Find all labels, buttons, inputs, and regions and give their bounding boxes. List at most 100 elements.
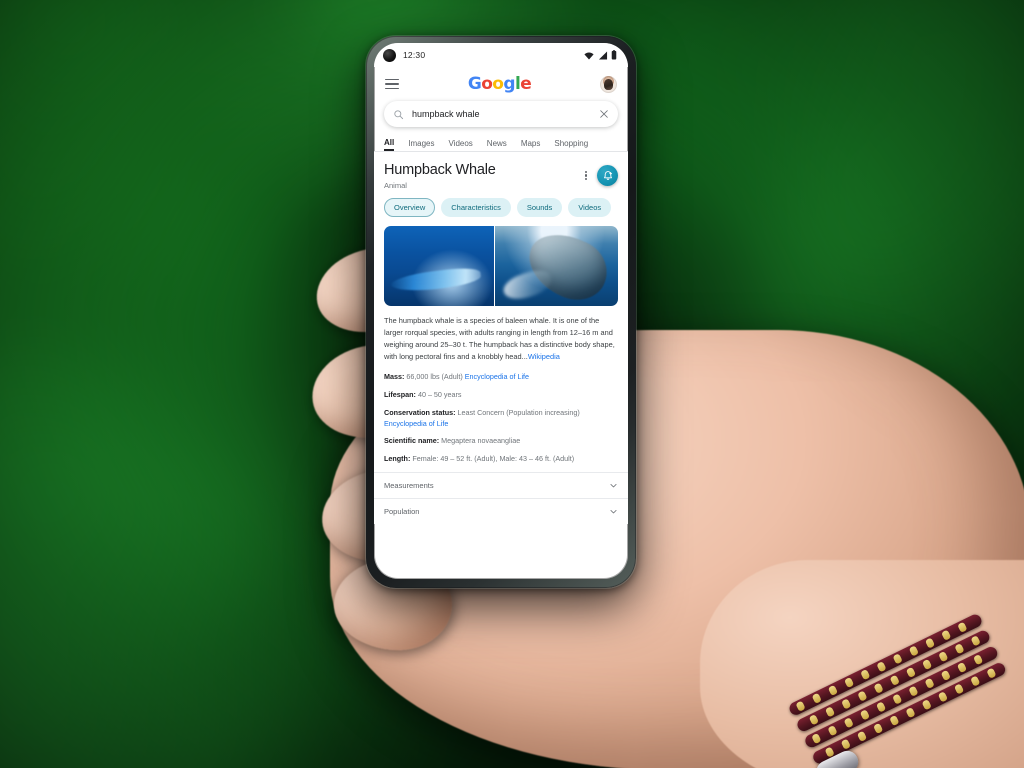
fact-source-link[interactable]: Encyclopedia of Life [465, 372, 529, 381]
smartphone-device: 12:30 Google humpback whale All Images V… [366, 36, 636, 588]
bracelet-bead [921, 658, 933, 671]
hamburger-menu-icon[interactable] [385, 78, 399, 90]
tab-images[interactable]: Images [408, 139, 434, 151]
bracelet-bead [892, 653, 903, 665]
status-clock: 12:30 [403, 50, 426, 60]
chevron-down-icon[interactable] [609, 481, 618, 490]
tab-maps[interactable]: Maps [521, 139, 541, 151]
bracelet-bead [986, 667, 997, 679]
bracelet-bead [843, 676, 855, 689]
bracelet-bead [905, 707, 916, 719]
entity-description: The humpback whale is a species of balee… [384, 315, 618, 363]
knowledge-panel-header: Humpback Whale Animal [384, 162, 618, 190]
bracelet-bead [957, 621, 968, 633]
tab-news[interactable]: News [487, 139, 507, 151]
bracelet-bead [924, 637, 936, 649]
chip-overview[interactable]: Overview [384, 198, 436, 218]
bracelet-bead [859, 709, 871, 721]
chip-characteristics[interactable]: Characteristics [441, 198, 511, 218]
photo-scene: 12:30 Google humpback whale All Images V… [0, 0, 1024, 768]
tab-videos[interactable]: Videos [448, 139, 472, 151]
bracelet-bead [873, 722, 884, 735]
bell-plus-icon [603, 170, 612, 180]
bracelet-bead [843, 717, 854, 729]
fact-label: Lifespan: [384, 389, 416, 399]
bracelet-bead [873, 682, 884, 694]
bracelet-bead [970, 675, 981, 687]
kebab-menu-icon[interactable] [583, 169, 589, 183]
entity-category: Animal [384, 181, 407, 191]
page-title: Humpback Whale [384, 162, 496, 178]
bracelet-bead [856, 730, 868, 742]
whale-breaching-photo[interactable] [495, 226, 618, 307]
bracelet-bead [941, 629, 952, 641]
fact-label: Mass: [384, 372, 405, 382]
cell-signal-icon [598, 50, 607, 60]
phone-screen[interactable]: 12:30 Google humpback whale All Images V… [374, 43, 628, 579]
bracelet-bead [921, 699, 932, 711]
section-measurements[interactable]: Measurements [374, 471, 628, 498]
fact-label: Conservation status: [384, 407, 456, 417]
bracelet-bead [938, 651, 949, 663]
bracelet-bead [892, 693, 903, 705]
section-label: Population [384, 506, 420, 516]
bracelet-bead [795, 700, 806, 712]
account-avatar[interactable] [599, 75, 617, 93]
bracelet-bead [808, 714, 819, 726]
whale-underwater-photo[interactable] [384, 226, 494, 307]
bracelet-bead [889, 674, 900, 686]
bracelet-bead [908, 685, 919, 697]
section-population[interactable]: Population [374, 497, 628, 524]
chip-videos[interactable]: Videos [568, 198, 612, 218]
bracelet-bead [973, 654, 984, 666]
search-input[interactable]: humpback whale [412, 109, 591, 119]
section-label: Measurements [384, 480, 434, 490]
fact-row: Mass: 66,000 lbs (Adult) Encyclopedia of… [384, 372, 530, 382]
fact-row: Conservation status: Least Concern (Popu… [384, 407, 580, 428]
bracelet-bead [811, 692, 822, 704]
search-result-tabs[interactable]: All Images Videos News Maps Shopping [374, 134, 628, 152]
tab-shopping[interactable]: Shopping [554, 139, 588, 151]
bracelet-bead [908, 645, 919, 657]
fact-row: Scientific name: Megaptera novaeangliae [384, 436, 521, 446]
description-text: The humpback whale is a species of balee… [384, 316, 615, 362]
google-logo-letter-2: o [492, 73, 504, 94]
bracelet-bead [860, 669, 871, 681]
fact-label: Length: [384, 454, 411, 464]
knowledge-panel-chips[interactable]: Overview Characteristics Sounds Videos [384, 198, 618, 218]
google-logo-letter-3: g [503, 73, 515, 94]
google-logo-letter-1: o [481, 73, 493, 94]
follow-button[interactable] [597, 165, 618, 186]
bracelet-bead [956, 661, 968, 674]
fact-row: Length: Female: 49 – 52 ft. (Adult), Mal… [384, 454, 575, 464]
knowledge-panel: Humpback Whale Animal Overview Character… [374, 152, 628, 524]
wikipedia-link[interactable]: Wikipedia [528, 352, 560, 361]
google-logo: Google [468, 73, 532, 94]
bracelet-bead [937, 691, 949, 703]
bracelet-bead [889, 714, 900, 727]
close-icon[interactable] [599, 109, 609, 119]
chip-sounds[interactable]: Sounds [516, 198, 563, 218]
bracelet-bead [827, 684, 839, 696]
tab-all[interactable]: All [384, 138, 395, 151]
bracelet-bead [840, 738, 851, 750]
app-header: Google [374, 67, 628, 101]
expandable-sections[interactable]: Measurements Population [374, 471, 628, 524]
bracelet-bead [841, 698, 852, 710]
bracelet-bead [924, 677, 935, 689]
status-bar: 12:30 [374, 43, 628, 67]
image-strip[interactable] [384, 226, 618, 307]
wifi-icon [584, 51, 594, 59]
bracelet-bead [905, 666, 917, 678]
bracelet-bead [827, 725, 838, 737]
search-bar[interactable]: humpback whale [384, 101, 618, 127]
fact-row: Lifespan: 40 – 50 years [384, 389, 462, 399]
front-camera-punch-hole [383, 48, 396, 62]
battery-icon [611, 50, 617, 60]
chevron-down-icon[interactable] [609, 507, 618, 516]
bracelet-bead [811, 732, 822, 745]
bracelet-bead [824, 706, 836, 718]
fact-source-link[interactable]: Encyclopedia of Life [384, 419, 448, 428]
bracelet-bead [970, 635, 981, 647]
search-icon[interactable] [393, 109, 404, 120]
